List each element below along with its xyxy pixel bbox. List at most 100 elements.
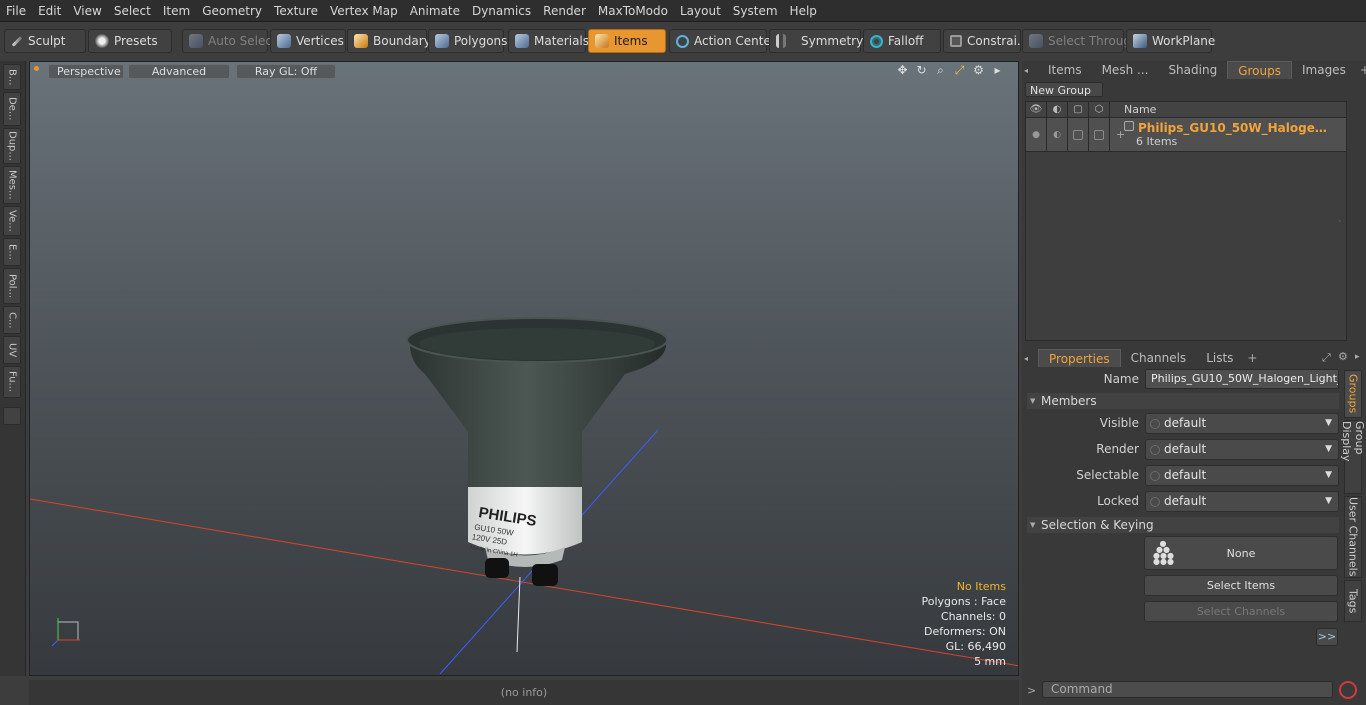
sidebar-tab-duplicate[interactable]: Dup... [3, 128, 21, 164]
viewport-expand-icon[interactable]: ▸ [991, 64, 1004, 77]
constraints-button[interactable]: Constrai... [943, 29, 1028, 53]
menu-render[interactable]: Render [537, 0, 592, 22]
materials-button[interactable]: Materials [508, 29, 589, 53]
group-visible-toggle[interactable]: ● [1026, 118, 1047, 152]
add-properties-tab-icon[interactable]: + [1243, 351, 1261, 365]
sidebar-tab-edge[interactable]: E... [3, 238, 21, 266]
sidebar-tab-polygon[interactable]: Pol... [3, 268, 21, 304]
viewport-menu-dot-icon[interactable] [34, 66, 39, 71]
polygons-button[interactable]: Polygons [428, 29, 507, 53]
properties-expand-icon[interactable]: ⤢ [1322, 351, 1331, 365]
render-column-icon[interactable]: ◐ [1047, 101, 1068, 118]
panel-menu-icon[interactable]: ◂ [1024, 66, 1032, 75]
vtab-tags[interactable]: Tags [1344, 580, 1362, 622]
advanced-shading-button[interactable]: Advanced [128, 64, 230, 79]
tab-groups[interactable]: Groups [1227, 61, 1292, 79]
tab-items[interactable]: Items [1038, 61, 1092, 79]
chevron-down-icon: ▼ [1325, 418, 1332, 428]
visible-dropdown[interactable]: default ▼ [1145, 413, 1339, 434]
group-lock-toggle[interactable] [1089, 118, 1110, 152]
tab-lists[interactable]: Lists [1196, 349, 1243, 367]
sidebar-extra-button[interactable] [3, 407, 21, 425]
name-column-header: Name [1124, 103, 1157, 116]
vtab-group-display[interactable]: Group Display [1340, 420, 1366, 494]
selection-keying-section[interactable]: Selection & Keying [1027, 517, 1339, 533]
group-render-toggle[interactable]: ◐ [1047, 118, 1068, 152]
group-name-input[interactable]: Philips_GU10_50W_Halogen_Light_Bu [1145, 369, 1339, 389]
3d-viewport[interactable]: PHILIPS GU10 50W 120V 25D Made in China … [29, 61, 1019, 676]
presets-button[interactable]: Presets [88, 29, 172, 53]
new-group-button[interactable]: New Group [1025, 82, 1103, 97]
record-macro-icon[interactable] [1339, 681, 1357, 699]
perspective-button[interactable]: Perspective [48, 64, 124, 79]
action-center-button[interactable]: Action Center [669, 29, 776, 53]
menu-animate[interactable]: Animate [404, 0, 466, 22]
vtab-groups[interactable]: Groups [1344, 370, 1362, 418]
tab-channels[interactable]: Channels [1121, 349, 1197, 367]
list-scroll-icon[interactable]: ◦ [1338, 218, 1344, 225]
viewport-settings-icon[interactable]: ⚙ [972, 64, 985, 77]
keying-none-button[interactable]: ● ●● ●●● ●●● None [1144, 536, 1338, 570]
command-input[interactable]: Command [1042, 681, 1333, 698]
auto-select-button[interactable]: Auto Select [182, 29, 277, 53]
rotate-icon[interactable]: ↻ [915, 64, 928, 77]
menu-file[interactable]: File [0, 0, 32, 22]
lock-column-icon[interactable]: ⬡ [1089, 101, 1110, 118]
select-through-button[interactable]: Select Through [1022, 29, 1139, 53]
menu-texture[interactable]: Texture [268, 0, 324, 22]
menu-help[interactable]: Help [784, 0, 823, 22]
zoom-icon[interactable]: ⌕ [934, 64, 947, 77]
symmetry-button[interactable]: Symmetry [769, 29, 863, 53]
pan-icon[interactable]: ✥ [896, 64, 909, 77]
menu-dynamics[interactable]: Dynamics [466, 0, 537, 22]
locked-dropdown[interactable]: default ▼ [1145, 491, 1339, 512]
group-row[interactable]: ● ◐ + Philips_GU10_50W_Halogen_Lig... 6 … [1026, 118, 1346, 152]
menu-edit[interactable]: Edit [32, 0, 67, 22]
tab-mesh[interactable]: Mesh ... [1092, 61, 1159, 79]
tab-images[interactable]: Images [1292, 61, 1356, 79]
sidebar-tab-mesh-edit[interactable]: Mes... [3, 166, 21, 204]
select-items-button[interactable]: Select Items [1144, 575, 1338, 596]
members-section[interactable]: Members [1027, 393, 1339, 409]
menu-system[interactable]: System [727, 0, 784, 22]
select-channels-button[interactable]: Select Channels [1144, 601, 1338, 622]
add-tab-icon[interactable]: + [1356, 63, 1366, 77]
sidebar-tab-deform[interactable]: De... [3, 92, 21, 126]
menu-geometry[interactable]: Geometry [196, 0, 268, 22]
menu-vertex-map[interactable]: Vertex Map [324, 0, 404, 22]
sidebar-tab-vertex[interactable]: Ve... [3, 206, 21, 236]
sculpt-button[interactable]: Sculpt [4, 29, 86, 53]
group-select-toggle[interactable] [1068, 118, 1089, 152]
sidebar-tab-curve[interactable]: C... [3, 306, 21, 334]
raygl-button[interactable]: Ray GL: Off [236, 64, 336, 79]
fit-icon[interactable]: ⤢ [953, 64, 966, 77]
render-dropdown[interactable]: default ▼ [1145, 439, 1339, 460]
sidebar-tab-fusion[interactable]: Fu... [3, 366, 21, 398]
chevron-down-icon: ▼ [1325, 470, 1332, 480]
items-button[interactable]: Items [588, 29, 666, 53]
workplane-button[interactable]: WorkPlane [1126, 29, 1215, 53]
properties-arrow-icon[interactable]: ▸ [1355, 352, 1360, 362]
menu-view[interactable]: View [67, 0, 107, 22]
more-button[interactable]: >> [1316, 628, 1338, 646]
properties-settings-icon[interactable]: ⚙ [1338, 350, 1348, 363]
menu-item[interactable]: Item [157, 0, 196, 22]
selectable-dropdown[interactable]: default ▼ [1145, 465, 1339, 486]
sidebar-tab-uv[interactable]: UV [3, 336, 21, 364]
menu-maxtomodo[interactable]: MaxToModo [592, 0, 674, 22]
group-title[interactable]: Philips_GU10_50W_Halogen_Lig... [1128, 120, 1328, 136]
falloff-button[interactable]: Falloff [863, 29, 941, 53]
tab-properties[interactable]: Properties [1038, 349, 1121, 367]
vertices-button[interactable]: Vertices1 [270, 29, 355, 53]
sidebar-tab-basic[interactable]: B... [3, 64, 21, 90]
boundary-icon [354, 34, 368, 48]
boundary-button[interactable]: Boundary [347, 29, 431, 53]
tab-shading[interactable]: Shading [1158, 61, 1227, 79]
properties-menu-icon[interactable]: ◂ [1024, 354, 1032, 363]
menu-layout[interactable]: Layout [674, 0, 727, 22]
visibility-column-icon[interactable]: 👁 [1026, 101, 1047, 118]
vtab-user-channels[interactable]: User Channels [1344, 496, 1362, 578]
constraints-icon [950, 35, 962, 47]
select-column-icon[interactable]: ▢ [1068, 101, 1089, 118]
menu-select[interactable]: Select [108, 0, 157, 22]
